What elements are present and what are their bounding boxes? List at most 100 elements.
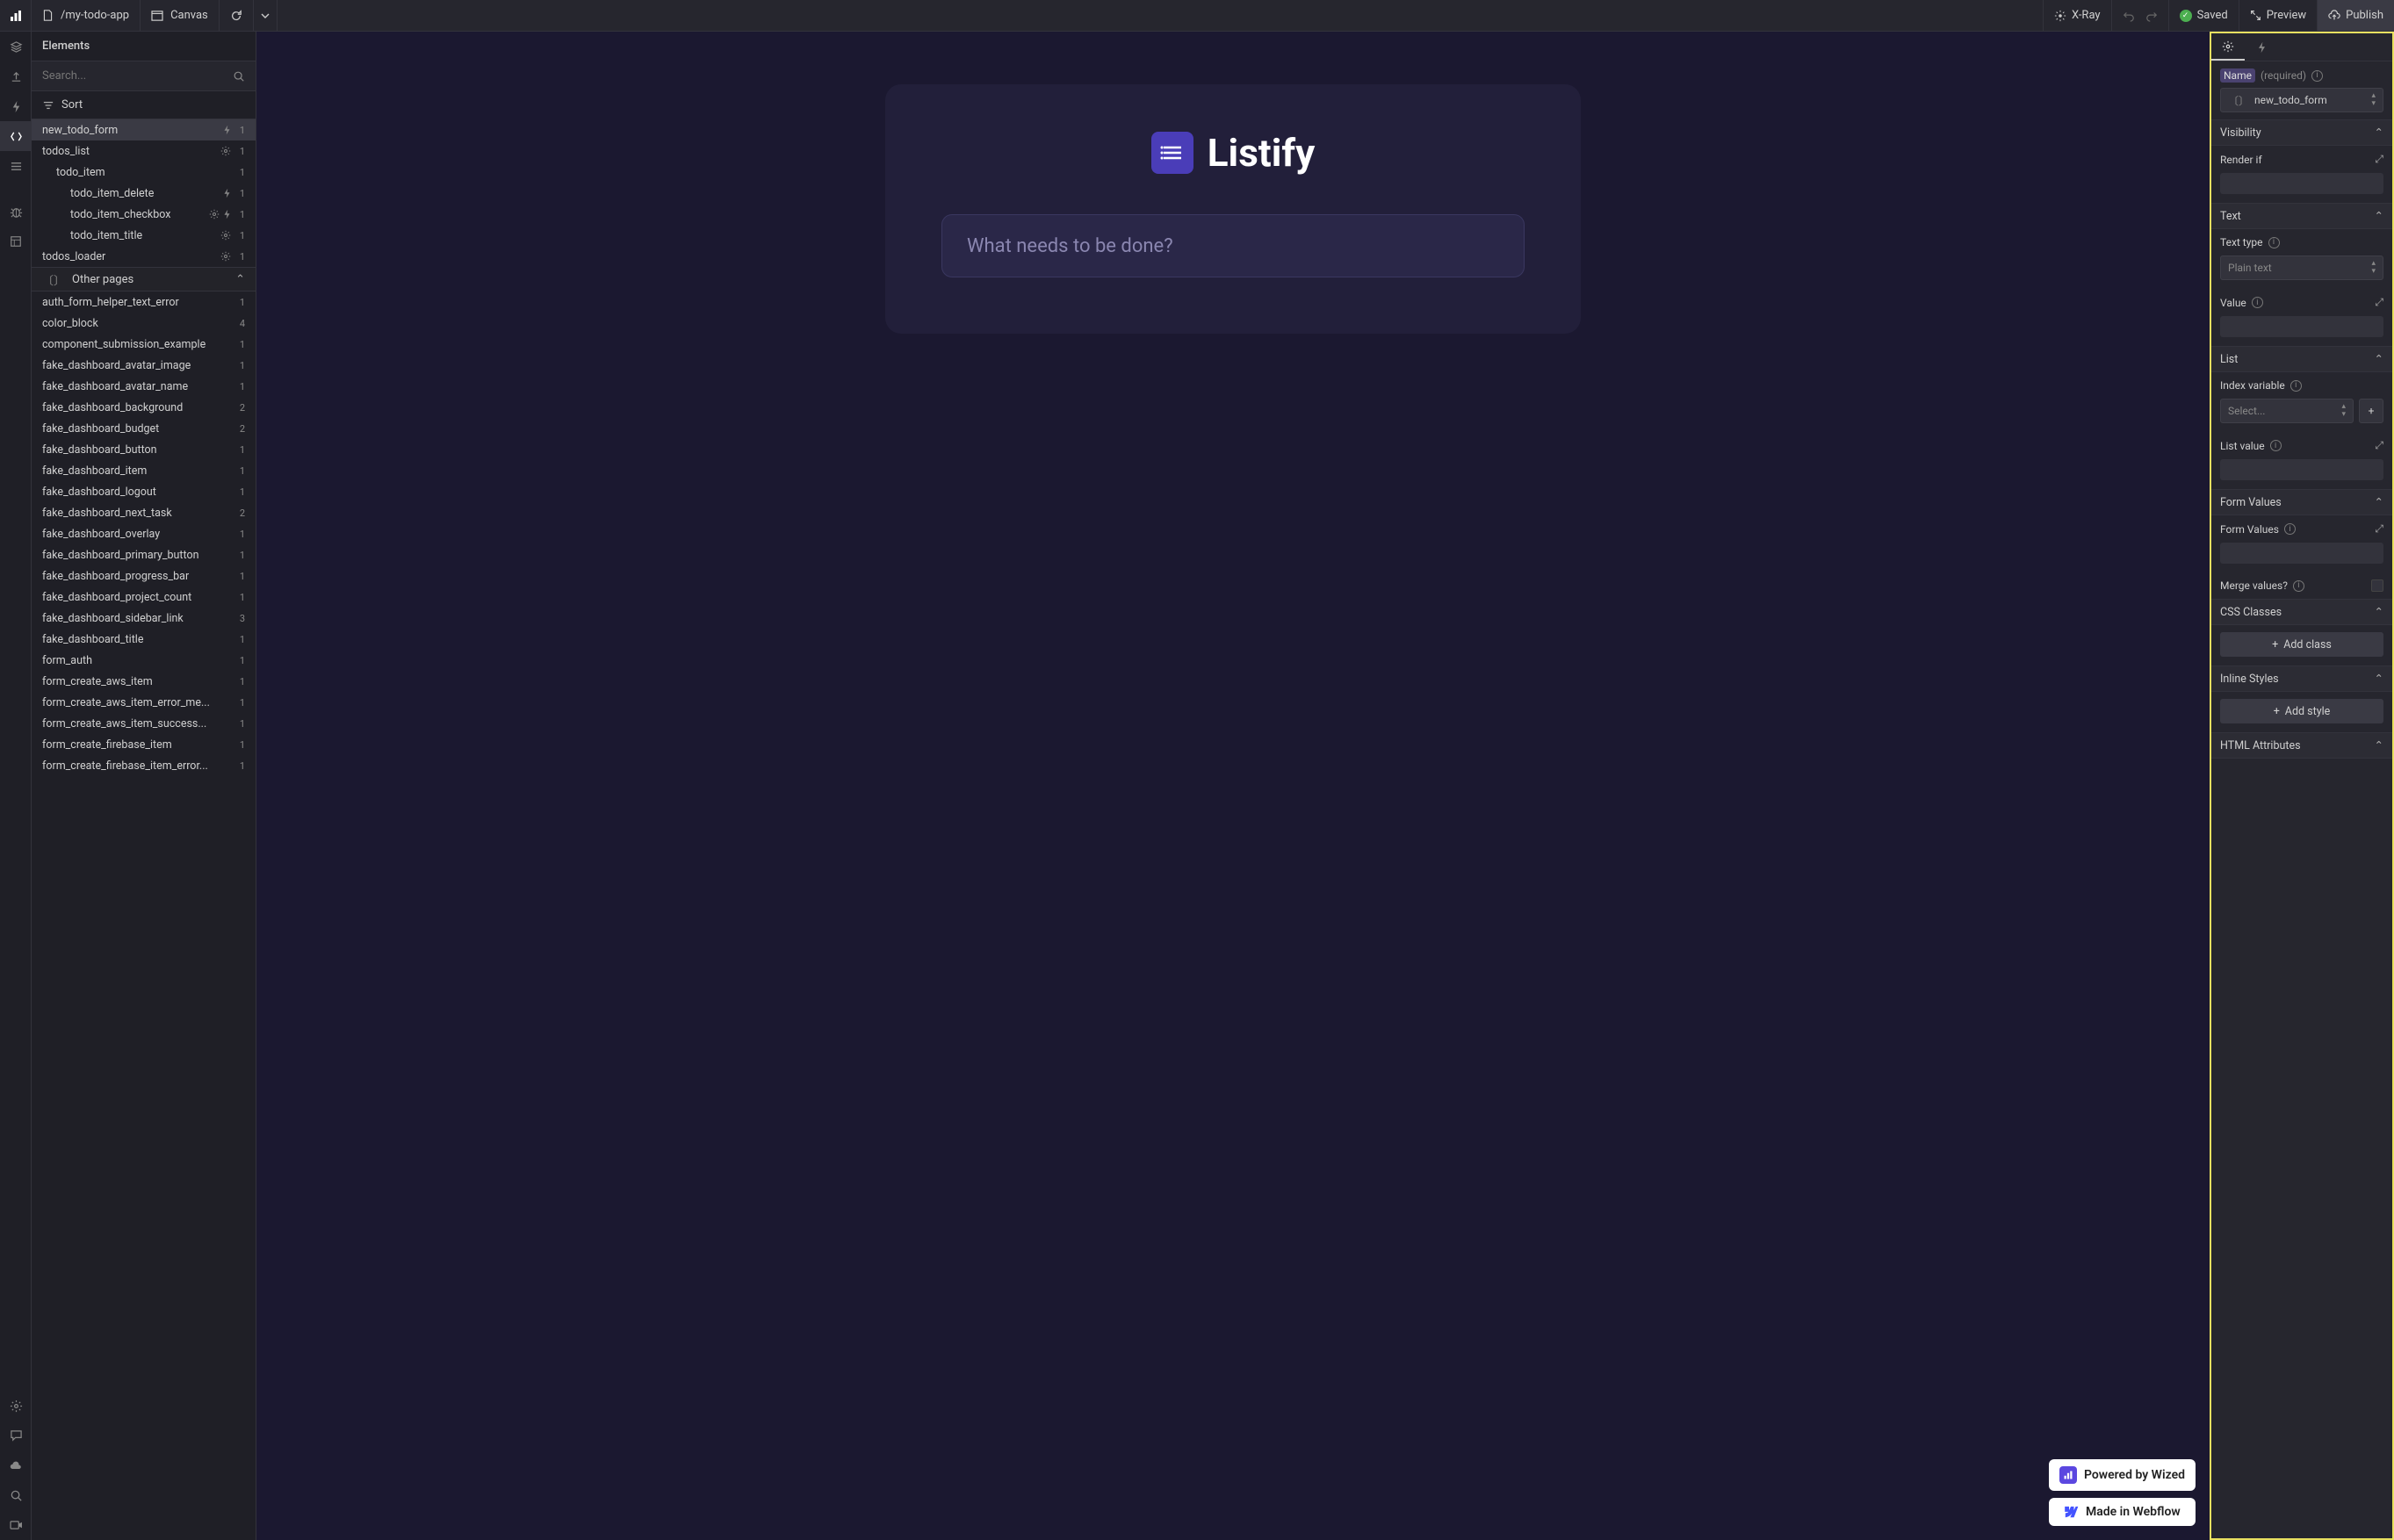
element-tree-item[interactable]: form_auth1	[32, 650, 256, 671]
section-form-values[interactable]: Form Values⌃	[2211, 489, 2392, 515]
xray-button[interactable]: X-Ray	[2043, 0, 2111, 31]
element-tree-item[interactable]: form_create_aws_item_error_me...1	[32, 692, 256, 713]
stepper-icon[interactable]: ▴▾	[2371, 92, 2376, 108]
value-input[interactable]	[2220, 316, 2383, 337]
info-icon[interactable]: i	[2270, 440, 2282, 451]
element-tree-item[interactable]: form_create_aws_item_success...1	[32, 713, 256, 734]
rail-list[interactable]	[0, 151, 32, 181]
element-tree-item[interactable]: fake_dashboard_button1	[32, 439, 256, 460]
rail-search[interactable]	[0, 1480, 32, 1510]
element-tree-item[interactable]: todo_item_title1	[32, 225, 256, 246]
element-tree-item[interactable]: todos_list1	[32, 140, 256, 162]
inspector-tab-settings[interactable]	[2211, 33, 2245, 61]
inspector-tab-events[interactable]	[2245, 33, 2278, 61]
elements-tree: new_todo_form1todos_list1todo_item1todo_…	[32, 119, 256, 1540]
search-input[interactable]	[42, 69, 226, 83]
rail-cloud[interactable]	[0, 1450, 32, 1480]
element-tree-item[interactable]: fake_dashboard_next_task2	[32, 502, 256, 523]
stepper-icon[interactable]: ▴▾	[2371, 260, 2376, 276]
expand-icon[interactable]: ⤢	[2375, 153, 2383, 166]
element-label: todo_item_delete	[60, 187, 223, 200]
element-tree-item[interactable]: form_create_firebase_item1	[32, 734, 256, 755]
sort-button[interactable]: Sort	[32, 91, 256, 119]
section-inline-styles[interactable]: Inline Styles⌃	[2211, 666, 2392, 692]
refresh-menu[interactable]	[254, 0, 278, 31]
element-tree-item[interactable]: fake_dashboard_primary_button1	[32, 544, 256, 565]
element-tree-item[interactable]: fake_dashboard_progress_bar1	[32, 565, 256, 586]
info-icon[interactable]: i	[2268, 237, 2280, 248]
element-tree-item[interactable]: color_block4	[32, 313, 256, 334]
rail-settings[interactable]	[0, 1391, 32, 1421]
element-tree-item[interactable]: todo_item_delete1	[32, 183, 256, 204]
rail-chat[interactable]	[0, 1421, 32, 1450]
elements-search[interactable]	[32, 61, 256, 91]
section-list[interactable]: List⌃	[2211, 346, 2392, 372]
info-icon[interactable]: i	[2252, 297, 2263, 308]
info-icon[interactable]: i	[2290, 380, 2302, 392]
element-tree-item[interactable]: fake_dashboard_item1	[32, 460, 256, 481]
name-input[interactable]: 〔〕 new_todo_form ▴▾	[2220, 88, 2383, 112]
rail-data[interactable]	[0, 227, 32, 256]
section-html-attributes[interactable]: HTML Attributes⌃	[2211, 732, 2392, 759]
render-if-input[interactable]	[2220, 173, 2383, 194]
add-index-button[interactable]: +	[2359, 399, 2383, 423]
element-tree-item[interactable]: fake_dashboard_budget2	[32, 418, 256, 439]
rail-debug[interactable]	[0, 197, 32, 227]
rail-elements[interactable]	[0, 121, 32, 151]
canvas-toggle[interactable]: Canvas	[141, 0, 220, 31]
add-style-button[interactable]: +Add style	[2220, 699, 2383, 723]
app-logo[interactable]	[0, 0, 32, 32]
rail-upload[interactable]	[0, 61, 32, 91]
expand-icon[interactable]: ⤢	[2375, 439, 2383, 452]
undo-button[interactable]	[2111, 0, 2145, 31]
element-tree-item[interactable]: todo_item_checkbox1	[32, 204, 256, 225]
element-tree-item[interactable]: fake_dashboard_logout1	[32, 481, 256, 502]
element-tree-item[interactable]: fake_dashboard_overlay1	[32, 523, 256, 544]
element-tree-item[interactable]: new_todo_form1	[32, 119, 256, 140]
info-icon[interactable]: i	[2284, 523, 2296, 535]
index-variable-select[interactable]: Select... ▴▾	[2220, 399, 2354, 423]
section-text[interactable]: Text⌃	[2211, 203, 2392, 229]
add-class-button[interactable]: +Add class	[2220, 632, 2383, 657]
webflow-badge-label: Made in Webflow	[2086, 1505, 2181, 1519]
wized-badge[interactable]: Powered by Wized	[2049, 1459, 2196, 1491]
element-count: 1	[236, 146, 249, 157]
preview-button[interactable]: Preview	[2239, 0, 2317, 31]
redo-button[interactable]	[2145, 0, 2168, 31]
app-icon	[1151, 132, 1193, 174]
rail-layers[interactable]	[0, 32, 32, 61]
rail-video[interactable]	[0, 1510, 32, 1540]
project-path-button[interactable]: /my-todo-app	[32, 0, 141, 31]
section-css-classes[interactable]: CSS Classes⌃	[2211, 599, 2392, 625]
element-tree-item[interactable]: todos_loader1	[32, 246, 256, 267]
rail-bolt[interactable]	[0, 91, 32, 121]
section-visibility[interactable]: Visibility⌃	[2211, 119, 2392, 146]
element-label: form_create_aws_item_error_me...	[32, 696, 231, 709]
element-tree-item[interactable]: fake_dashboard_project_count1	[32, 586, 256, 608]
element-tree-item[interactable]: fake_dashboard_background2	[32, 397, 256, 418]
element-tree-item[interactable]: fake_dashboard_sidebar_link3	[32, 608, 256, 629]
info-icon[interactable]: i	[2293, 580, 2304, 592]
merge-values-checkbox[interactable]	[2371, 579, 2383, 592]
element-tree-item[interactable]: fake_dashboard_title1	[32, 629, 256, 650]
element-tree-item[interactable]: auth_form_helper_text_error1	[32, 291, 256, 313]
expand-icon[interactable]: ⤢	[2375, 522, 2383, 536]
text-type-select[interactable]: Plain text ▴▾	[2220, 255, 2383, 280]
element-tree-item[interactable]: fake_dashboard_avatar_name1	[32, 376, 256, 397]
stepper-icon[interactable]: ▴▾	[2341, 403, 2346, 419]
element-tree-item[interactable]: form_create_aws_item1	[32, 671, 256, 692]
info-icon[interactable]: i	[2311, 70, 2323, 82]
element-tree-item[interactable]: component_submission_example1	[32, 334, 256, 355]
other-pages-section[interactable]: 〔〕Other pages⌃	[32, 267, 256, 291]
element-tree-item[interactable]: form_create_firebase_item_error...1	[32, 755, 256, 776]
merge-values-label: Merge values?	[2220, 579, 2288, 592]
form-values-input[interactable]	[2220, 543, 2383, 564]
element-tree-item[interactable]: todo_item1	[32, 162, 256, 183]
refresh-button[interactable]	[220, 0, 254, 31]
publish-button[interactable]: Publish	[2317, 0, 2394, 31]
webflow-badge[interactable]: Made in Webflow	[2049, 1498, 2196, 1526]
expand-icon[interactable]: ⤢	[2375, 296, 2383, 309]
new-todo-input[interactable]	[941, 214, 1525, 277]
list-value-input[interactable]	[2220, 459, 2383, 480]
element-tree-item[interactable]: fake_dashboard_avatar_image1	[32, 355, 256, 376]
